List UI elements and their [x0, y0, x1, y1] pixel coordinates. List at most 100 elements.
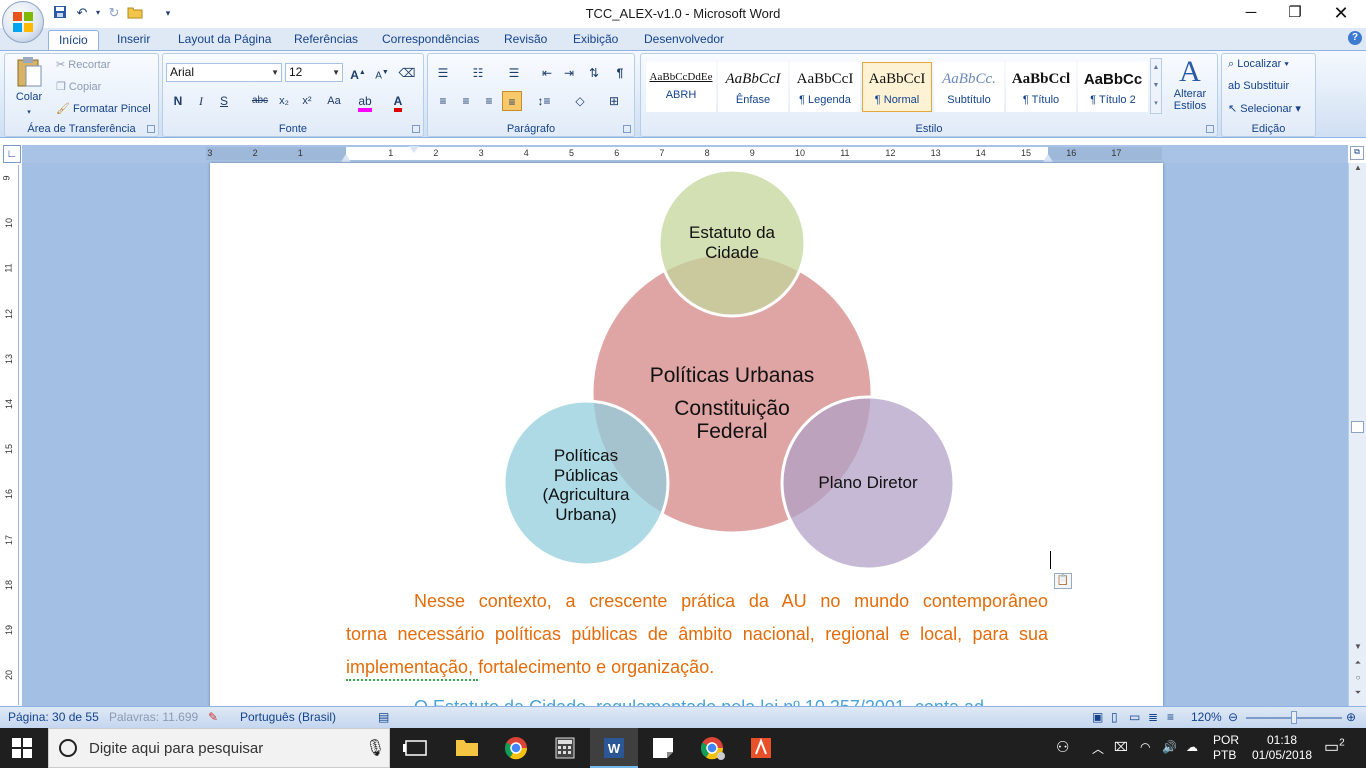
- numbering-button[interactable]: ☷: [468, 63, 488, 83]
- word-taskbar-icon[interactable]: W: [590, 728, 638, 768]
- paste-options-icon[interactable]: 📋: [1054, 573, 1072, 589]
- chrome-icon[interactable]: [492, 728, 540, 768]
- sort-button[interactable]: ⇅: [584, 63, 604, 83]
- network-adapter-icon[interactable]: ⌧: [1114, 740, 1128, 754]
- clock[interactable]: 01:18 01/05/2018: [1252, 733, 1312, 763]
- macro-record-icon[interactable]: ▤: [378, 710, 389, 724]
- word-count[interactable]: Palavras: 11.699: [109, 710, 198, 724]
- close-button[interactable]: ✕: [1318, 0, 1364, 28]
- vertical-scrollbar[interactable]: ▲ ▼ ⏶ ○ ⏷: [1348, 163, 1366, 706]
- restore-button[interactable]: ❐: [1272, 0, 1318, 28]
- zoom-slider-thumb[interactable]: [1291, 711, 1297, 724]
- scroll-down-icon[interactable]: ▼: [1352, 642, 1364, 654]
- change-case-button[interactable]: Aa: [322, 91, 346, 111]
- align-center-button[interactable]: ≡: [456, 91, 476, 111]
- print-layout-view-icon[interactable]: ▣: [1092, 710, 1103, 724]
- subscript-button[interactable]: x₂: [274, 91, 294, 111]
- tab-inserir[interactable]: Inserir: [107, 30, 160, 50]
- tab-selector-icon[interactable]: ∟: [3, 145, 21, 163]
- task-view-icon[interactable]: [392, 728, 440, 768]
- chrome-profile-icon[interactable]: [688, 728, 736, 768]
- multilevel-list-button[interactable]: ☰: [504, 63, 524, 83]
- help-icon[interactable]: ?: [1348, 31, 1362, 45]
- copy-button[interactable]: ❐ Copiar: [56, 80, 101, 93]
- tab-inicio[interactable]: Início: [48, 30, 99, 50]
- style-subtitulo[interactable]: AaBbCc. Subtítulo: [934, 62, 1004, 112]
- scroll-up-icon[interactable]: ▲: [1352, 163, 1364, 177]
- line-spacing-button[interactable]: ↕≡: [530, 91, 558, 111]
- web-layout-icon[interactable]: ▭: [1129, 710, 1140, 724]
- tab-revisao[interactable]: Revisão: [494, 30, 557, 50]
- strikethrough-button[interactable]: abc: [248, 91, 272, 111]
- office-button[interactable]: [2, 1, 44, 43]
- style-titulo-2[interactable]: AaBbCc ¶ Título 2: [1078, 62, 1148, 112]
- tab-referencias[interactable]: Referências: [284, 30, 368, 50]
- align-right-button[interactable]: ≡: [479, 91, 499, 111]
- cut-button[interactable]: ✂ Recortar: [56, 58, 110, 71]
- font-size-combo[interactable]: 12 ▼: [285, 63, 343, 82]
- onedrive-icon[interactable]: ☁: [1186, 740, 1198, 754]
- clear-formatting-button[interactable]: ⌫: [397, 63, 417, 83]
- dialog-launcher-icon[interactable]: [412, 125, 420, 133]
- decrease-indent-button[interactable]: ⇤: [537, 63, 557, 83]
- style-legenda[interactable]: AaBbCcI ¶ Legenda: [790, 62, 860, 112]
- windows-start-icon[interactable]: [12, 738, 32, 761]
- show-formatting-button[interactable]: ¶: [610, 63, 630, 83]
- draft-view-icon[interactable]: ≡: [1167, 710, 1174, 724]
- outline-view-icon[interactable]: ≣: [1148, 710, 1158, 724]
- style-normal[interactable]: AaBbCcI ¶ Normal: [862, 62, 932, 112]
- font-color-button[interactable]: A: [388, 91, 408, 112]
- dialog-launcher-icon[interactable]: [147, 125, 155, 133]
- styles-gallery-scroll[interactable]: ▲ ▼ ▾: [1150, 58, 1162, 114]
- style-enfase[interactable]: AaBbCcI Ênfase: [718, 62, 788, 112]
- align-left-button[interactable]: ≡: [433, 91, 453, 111]
- page-count[interactable]: Página: 30 de 55: [8, 710, 99, 724]
- select-browse-object-icon[interactable]: ○: [1352, 673, 1364, 685]
- bullets-button[interactable]: ☰: [433, 63, 453, 83]
- show-hidden-icons-icon[interactable]: ︿: [1092, 740, 1104, 757]
- view-ruler-icon[interactable]: ⧉: [1350, 146, 1364, 160]
- sticky-notes-icon[interactable]: [639, 728, 687, 768]
- format-painter-button[interactable]: 🖌 Formatar Pincel: [56, 102, 151, 115]
- scroll-thumb[interactable]: [1351, 421, 1364, 433]
- borders-button[interactable]: ⊞: [600, 91, 628, 111]
- shading-button[interactable]: ◇: [566, 91, 594, 111]
- shrink-font-button[interactable]: A▼: [372, 63, 392, 83]
- bold-button[interactable]: N: [168, 91, 188, 111]
- microphone-icon[interactable]: 🎙: [365, 738, 385, 758]
- previous-page-icon[interactable]: ⏶: [1352, 658, 1364, 670]
- left-indent-marker-icon[interactable]: [341, 154, 351, 162]
- grow-font-button[interactable]: A▲: [348, 63, 368, 83]
- proofing-icon[interactable]: ✎: [208, 710, 218, 724]
- style-titulo[interactable]: AaBbCcl ¶ Título: [1006, 62, 1076, 112]
- increase-indent-button[interactable]: ⇥: [559, 63, 579, 83]
- find-button[interactable]: ⌕ Localizar ▾: [1228, 58, 1289, 71]
- tab-correspondencias[interactable]: Correspondências: [372, 30, 489, 50]
- acrobat-icon[interactable]: [737, 728, 785, 768]
- dialog-launcher-icon[interactable]: [623, 125, 631, 133]
- first-line-indent-marker-icon[interactable]: [409, 146, 419, 153]
- font-name-combo[interactable]: Arial ▼: [166, 63, 282, 82]
- tab-layout-da-pagina[interactable]: Layout da Página: [168, 30, 281, 50]
- replace-button[interactable]: ab Substituir: [1228, 80, 1289, 92]
- people-icon[interactable]: ⚇: [1056, 738, 1069, 756]
- highlight-button[interactable]: ab: [355, 91, 375, 112]
- italic-button[interactable]: I: [191, 91, 211, 111]
- zoom-level[interactable]: 120%: [1191, 710, 1222, 724]
- action-center-icon[interactable]: ▭2: [1324, 737, 1345, 757]
- minimize-button[interactable]: ─: [1228, 0, 1274, 28]
- zoom-in-icon[interactable]: ⊕: [1346, 710, 1356, 724]
- taskbar-search-box[interactable]: Digite aqui para pesquisar 🎙: [48, 728, 390, 768]
- calculator-icon[interactable]: [541, 728, 589, 768]
- change-styles-button[interactable]: A Alterar Estilos: [1166, 56, 1214, 118]
- next-page-icon[interactable]: ⏷: [1352, 688, 1364, 700]
- input-language-indicator[interactable]: POR PTB: [1213, 733, 1239, 763]
- underline-button[interactable]: S: [214, 91, 234, 111]
- superscript-button[interactable]: x²: [297, 91, 317, 111]
- style-abrh[interactable]: AaBbCcDdEe ABRH: [646, 62, 716, 112]
- language-indicator[interactable]: Português (Brasil): [240, 710, 336, 724]
- wifi-icon[interactable]: ◠: [1140, 740, 1150, 754]
- dialog-launcher-icon[interactable]: [1206, 125, 1214, 133]
- select-button[interactable]: ↖ Selecionar ▾: [1228, 102, 1301, 115]
- file-explorer-icon[interactable]: [443, 728, 491, 768]
